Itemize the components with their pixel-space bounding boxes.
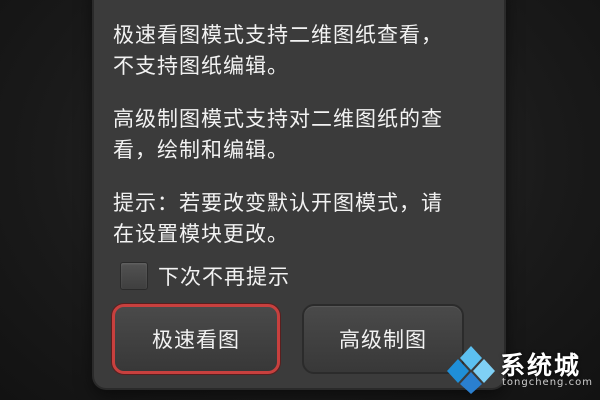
message-line: 高级制图模式支持对二维图纸的查 bbox=[113, 107, 443, 131]
message-line: 看，绘制和编辑。 bbox=[113, 138, 289, 162]
quick-mode-description: 极速看图模式支持二维图纸查看， 不支持图纸编辑。 bbox=[113, 20, 443, 82]
message-line: 不支持图纸编辑。 bbox=[113, 54, 289, 78]
advanced-draw-button[interactable]: 高级制图 bbox=[302, 304, 464, 374]
message-line: 在设置模块更改。 bbox=[113, 222, 289, 246]
site-watermark: 系统城 tongcheng.com bbox=[444, 344, 594, 396]
quick-view-button[interactable]: 极速看图 bbox=[112, 304, 280, 374]
message-line: 极速看图模式支持二维图纸查看， bbox=[113, 23, 443, 47]
settings-hint: 提示：若要改变默认开图模式，请 在设置模块更改。 bbox=[113, 188, 443, 250]
diamond-logo-icon bbox=[447, 346, 495, 394]
screen: 极速看图模式支持二维图纸查看， 不支持图纸编辑。 高级制图模式支持对二维图纸的查… bbox=[0, 0, 600, 400]
dont-show-again-row[interactable]: 下次不再提示 bbox=[120, 259, 290, 293]
message-line: 提示：若要改变默认开图模式，请 bbox=[113, 191, 443, 215]
advanced-mode-description: 高级制图模式支持对二维图纸的查 看，绘制和编辑。 bbox=[113, 104, 443, 166]
dont-show-again-label: 下次不再提示 bbox=[158, 265, 290, 289]
dont-show-again-checkbox[interactable] bbox=[120, 262, 148, 290]
watermark-domain: tongcheng.com bbox=[502, 377, 593, 388]
